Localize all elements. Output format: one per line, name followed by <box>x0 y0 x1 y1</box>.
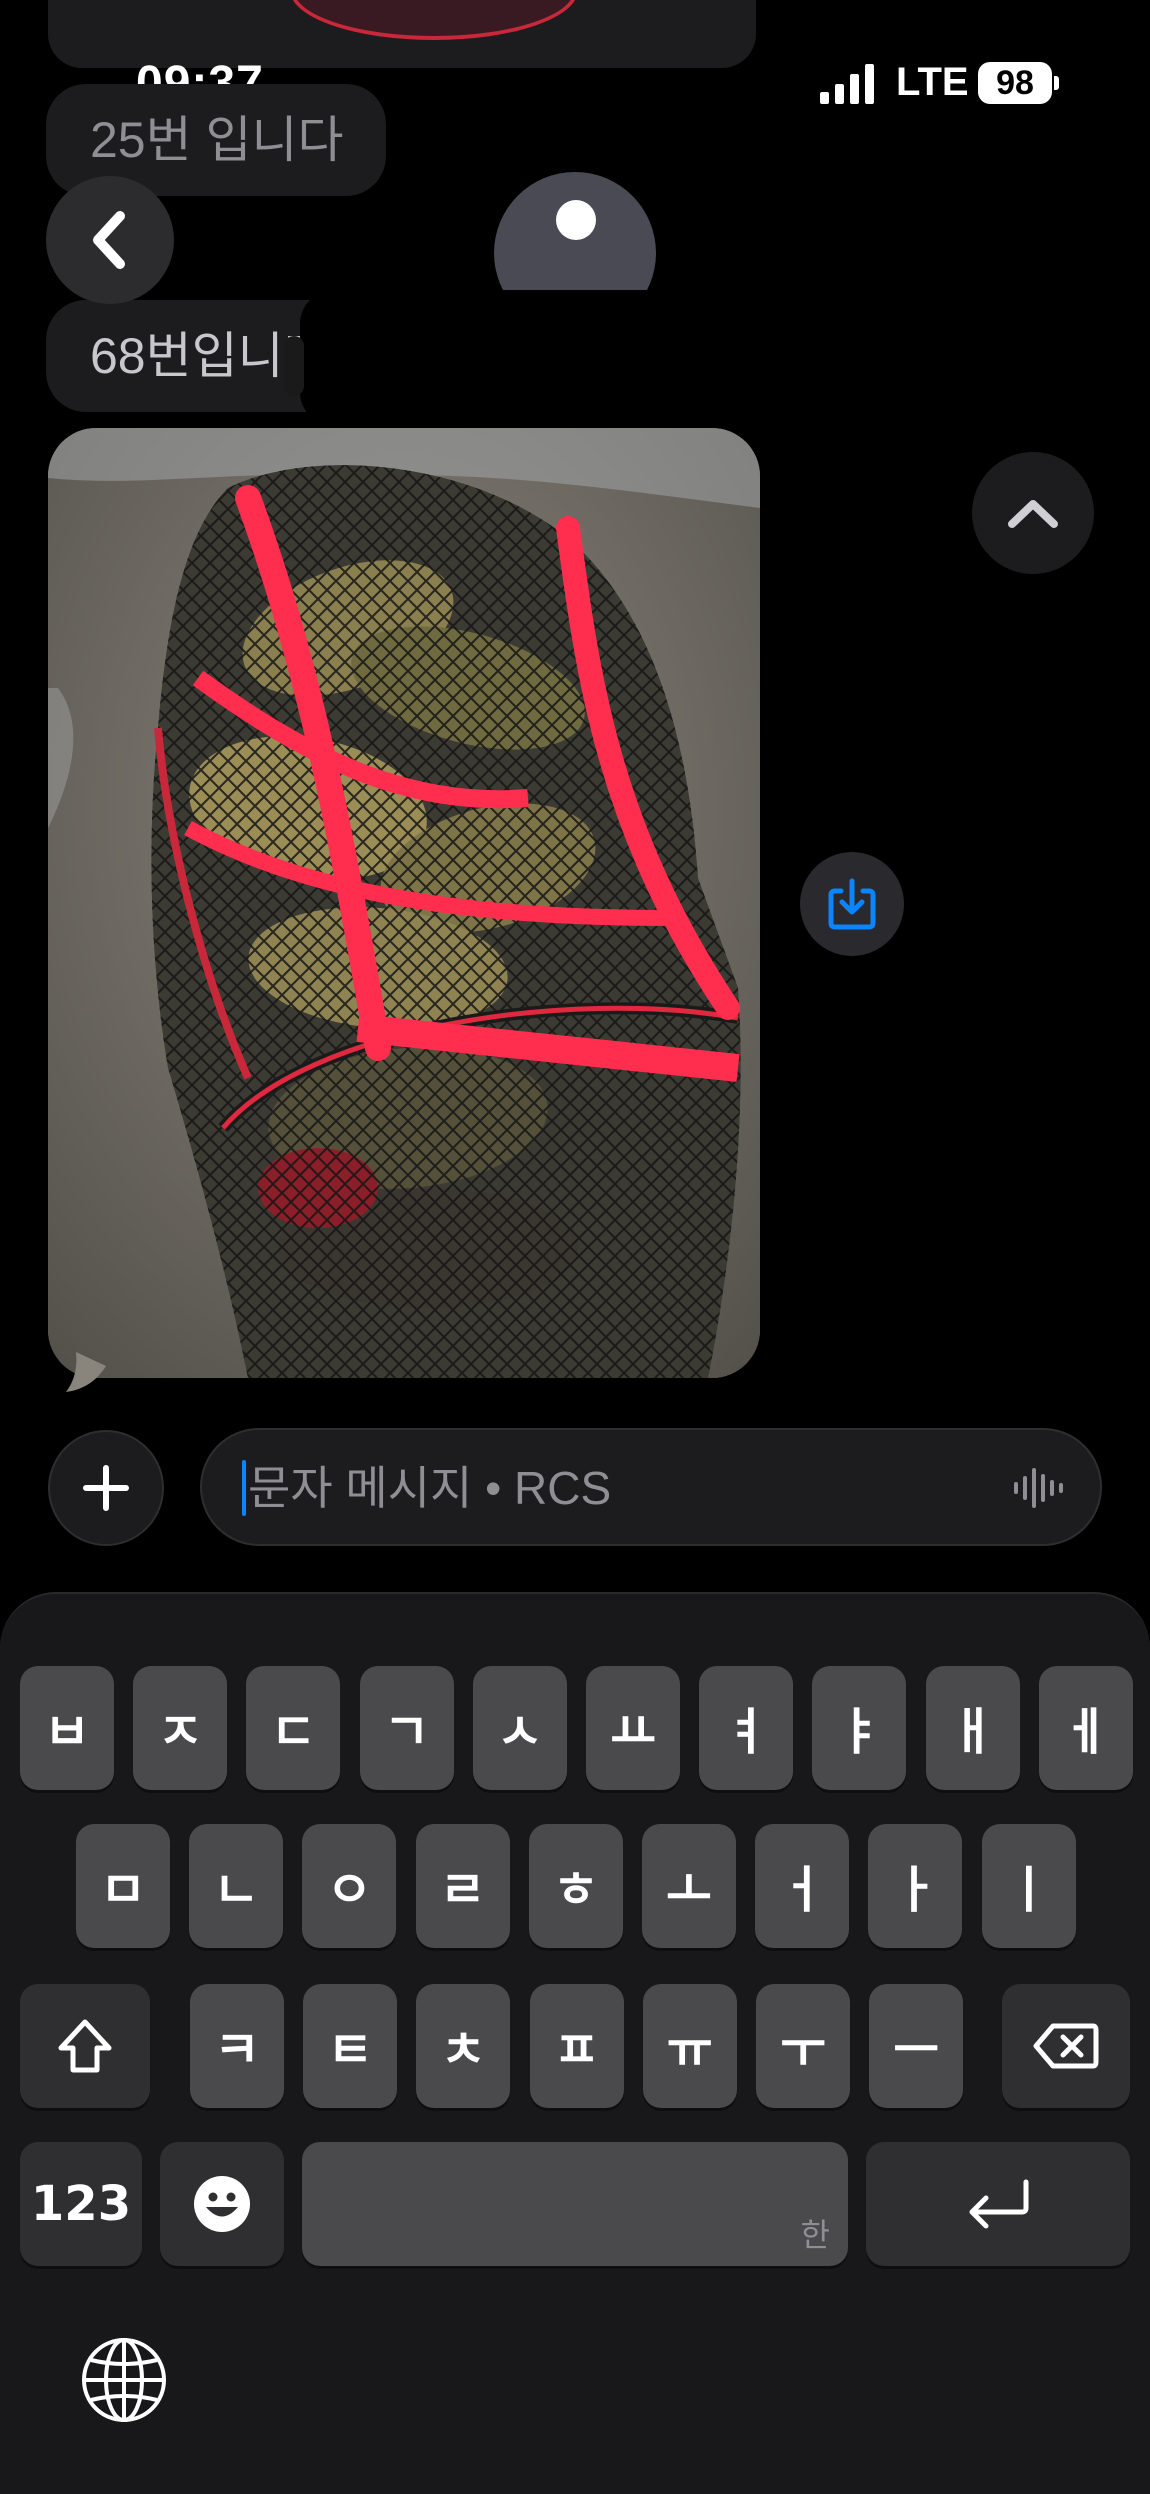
battery-tip <box>1054 76 1059 90</box>
key-row3-5[interactable]: ㅜ <box>756 1984 850 2108</box>
key-row1-6[interactable]: ㅕ <box>699 1666 794 1790</box>
key-row2-0[interactable]: ㅁ <box>76 1824 170 1948</box>
bubble-tail <box>66 1352 106 1392</box>
return-key[interactable] <box>866 2142 1130 2266</box>
avatar-figure <box>556 200 596 240</box>
key-row1-5[interactable]: ㅛ <box>586 1666 680 1790</box>
plus-icon <box>83 1465 129 1511</box>
shift-icon <box>58 2019 112 2073</box>
backspace-key[interactable] <box>1002 1984 1130 2108</box>
message-input-placeholder: 문자 메시지 • RCS <box>248 1462 612 1514</box>
key-row2-3[interactable]: ㄹ <box>415 1824 510 1948</box>
key-row1-8[interactable]: ㅐ <box>925 1666 1020 1790</box>
shift-key[interactable] <box>20 1984 150 2108</box>
add-attachment-button[interactable] <box>48 1430 164 1546</box>
fish-net-image <box>48 428 760 1378</box>
key-row1-9[interactable]: ㅔ <box>1038 1666 1133 1790</box>
voice-input-icon[interactable] <box>1012 1466 1068 1510</box>
key-row2-7[interactable]: ㅏ <box>868 1824 963 1948</box>
key-row3-0[interactable]: ㅋ <box>190 1984 284 2108</box>
scroll-up-button[interactable] <box>972 452 1094 574</box>
contact-name-pill[interactable] <box>300 290 872 426</box>
key-row2-6[interactable]: ㅓ <box>755 1824 850 1948</box>
key-row1-3[interactable]: ㄱ <box>359 1666 454 1790</box>
chevron-up-icon <box>1008 500 1058 528</box>
network-type: LTE <box>896 60 969 104</box>
key-row3-3[interactable]: ㅍ <box>529 1984 624 2108</box>
contact-name-pill-edge <box>284 336 304 396</box>
key-row3-6[interactable]: ㅡ <box>869 1984 964 2108</box>
key-row3-2[interactable]: ㅊ <box>416 1984 511 2108</box>
photo-message-fish-keepnet[interactable] <box>48 428 760 1378</box>
key-row1-7[interactable]: ㅑ <box>812 1666 907 1790</box>
key-row2-1[interactable]: ㄴ <box>189 1824 284 1948</box>
space-key[interactable]: 한 <box>302 2142 848 2266</box>
save-image-button[interactable] <box>800 852 904 956</box>
key-row3-4[interactable]: ㅠ <box>642 1984 737 2108</box>
return-icon <box>969 2179 1029 2229</box>
key-row2-8[interactable]: ㅣ <box>981 1824 1076 1948</box>
korean-keyboard: ㅂㅈㄷㄱㅅㅛㅕㅑㅐㅔ ㅁㄴㅇㄹㅎㅗㅓㅏㅣ ㅋㅌㅊㅍㅠㅜㅡ 123 한 <box>0 1592 1150 2494</box>
key-row1-4[interactable]: ㅅ <box>472 1666 567 1790</box>
space-key-hint: 한 <box>800 2216 830 2254</box>
backspace-icon <box>1033 2023 1099 2069</box>
numbers-key[interactable]: 123 <box>20 2142 142 2266</box>
key-row2-5[interactable]: ㅗ <box>642 1824 736 1948</box>
battery-icon: 98 <box>978 62 1052 104</box>
back-button[interactable] <box>46 176 174 304</box>
emoji-key[interactable] <box>160 2142 284 2266</box>
emoji-icon <box>194 2176 250 2232</box>
globe-icon[interactable] <box>78 2334 170 2426</box>
key-row3-1[interactable]: ㅌ <box>303 1984 398 2108</box>
key-row2-2[interactable]: ㅇ <box>302 1824 397 1948</box>
text-caret <box>242 1460 246 1516</box>
chevron-left-icon <box>93 211 125 269</box>
download-icon <box>828 878 876 930</box>
key-row1-1[interactable]: ㅈ <box>133 1666 228 1790</box>
signal-icon <box>820 64 874 104</box>
key-row1-2[interactable]: ㄷ <box>246 1666 341 1790</box>
key-row2-4[interactable]: ㅎ <box>528 1824 623 1948</box>
key-row1-0[interactable]: ㅂ <box>20 1666 114 1790</box>
